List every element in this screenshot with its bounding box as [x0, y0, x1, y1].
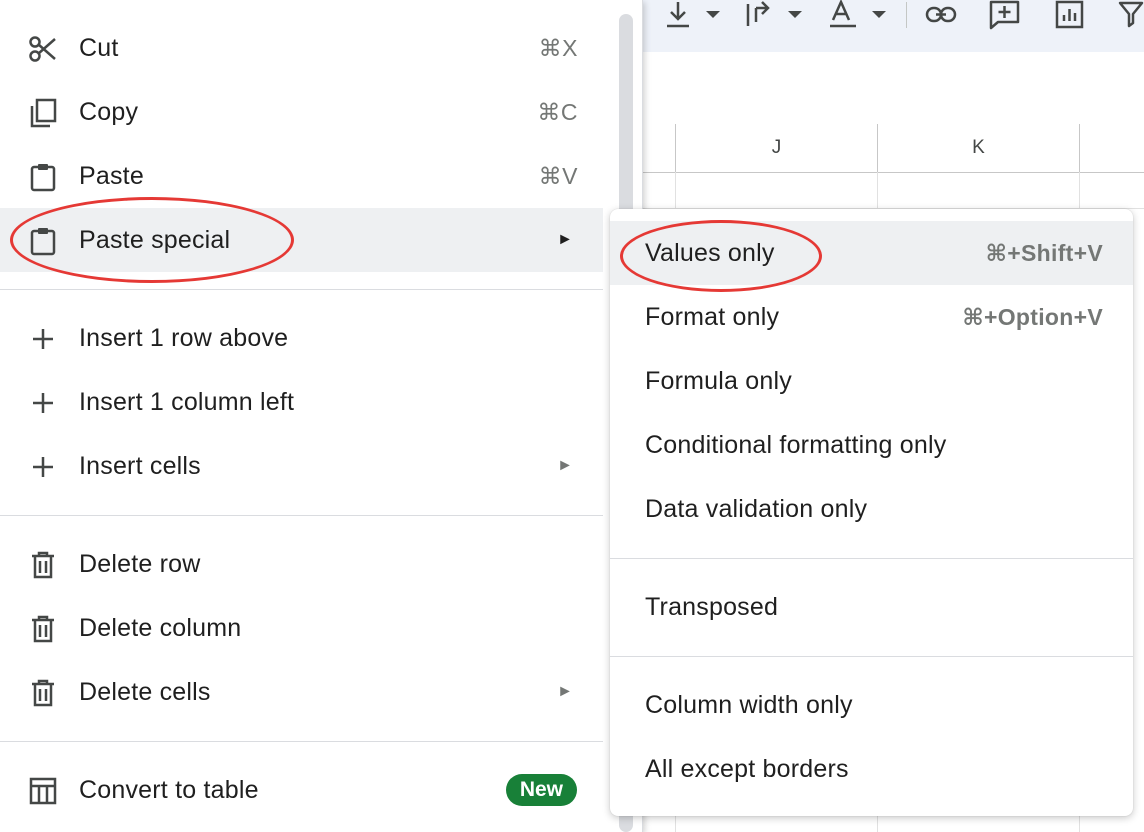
menu-item-label: Delete column [79, 613, 242, 642]
submenu-item-formula-only[interactable]: Formula only [610, 349, 1133, 413]
menu-item-paste-special[interactable]: Paste special ► [0, 208, 603, 272]
context-menu: Cut ⌘X Copy ⌘C Paste ⌘V Paste special ► … [0, 0, 643, 832]
submenu-arrow-icon: ► [557, 457, 573, 474]
toolbar-separator [906, 2, 907, 28]
trash-icon [28, 614, 58, 644]
menu-item-cut[interactable]: Cut ⌘X [0, 16, 603, 80]
clipboard-icon [28, 162, 58, 192]
link-icon [925, 6, 957, 23]
menu-item-insert-column-left[interactable]: Insert 1 column left [0, 370, 603, 434]
submenu-item-transposed[interactable]: Transposed [610, 575, 1133, 639]
plus-icon [28, 388, 58, 418]
submenu-item-column-width-only[interactable]: Column width only [610, 673, 1133, 737]
table-icon [28, 776, 58, 806]
add-comment-icon [989, 0, 1020, 30]
menu-item-delete-column[interactable]: Delete column [0, 596, 603, 660]
menu-item-insert-cells[interactable]: Insert cells ► [0, 434, 603, 498]
filter-icon [1118, 1, 1144, 28]
trash-icon [28, 550, 58, 580]
submenu-divider [610, 558, 1133, 559]
menu-item-copy[interactable]: Copy ⌘C [0, 80, 603, 144]
submenu-item-format-only[interactable]: Format only ⌘+Option+V [610, 285, 1133, 349]
text-color-button[interactable] [828, 0, 890, 30]
paste-special-submenu: Values only ⌘+Shift+V Format only ⌘+Opti… [610, 209, 1133, 816]
menu-item-label: Paste special [79, 225, 231, 254]
submenu-arrow-icon: ► [557, 231, 573, 248]
menu-item-label: Insert 1 column left [79, 387, 295, 416]
submenu-item-data-validation-only[interactable]: Data validation only [610, 477, 1133, 541]
submenu-item-label: All except borders [645, 754, 849, 783]
submenu-item-label: Data validation only [645, 494, 868, 523]
submenu-divider [610, 656, 1133, 657]
new-badge: New [505, 774, 577, 806]
plus-icon [28, 452, 58, 482]
submenu-item-label: Column width only [645, 690, 853, 719]
menu-item-label: Delete row [79, 549, 201, 578]
column-header-next[interactable] [1079, 124, 1144, 172]
column-header-k[interactable]: K [877, 124, 1079, 172]
menu-item-convert-to-table[interactable]: Convert to table New [0, 758, 603, 822]
trash-icon [28, 678, 58, 708]
filter-button[interactable] [1118, 0, 1144, 30]
menu-item-label: Insert cells [79, 451, 201, 480]
menu-item-shortcut: ⌘C [537, 98, 578, 125]
menu-item-label: Cut [79, 33, 119, 62]
submenu-item-label: Formula only [645, 366, 792, 395]
menu-item-shortcut: ⌘X [538, 34, 578, 61]
menu-item-shortcut: ⌘V [538, 162, 578, 189]
text-wrap-button[interactable] [744, 0, 806, 30]
menu-item-delete-cells[interactable]: Delete cells ► [0, 660, 603, 724]
vertical-align-button[interactable] [664, 0, 722, 30]
column-header-label: J [771, 137, 782, 158]
vertical-align-icon [667, 2, 720, 28]
column-header-j[interactable]: J [675, 124, 877, 172]
submenu-item-label: Conditional formatting only [645, 430, 947, 459]
submenu-item-all-except-borders[interactable]: All except borders [610, 737, 1133, 801]
submenu-item-label: Values only [645, 238, 775, 267]
menu-divider [0, 741, 603, 742]
copy-icon [28, 98, 58, 128]
submenu-item-label: Transposed [645, 592, 779, 621]
menu-item-delete-row[interactable]: Delete row [0, 532, 603, 596]
menu-item-label: Convert to table [79, 775, 259, 804]
menu-item-insert-row-above[interactable]: Insert 1 row above [0, 306, 603, 370]
clipboard-icon [28, 226, 58, 256]
add-comment-button[interactable] [988, 0, 1022, 30]
scissors-icon [28, 34, 58, 64]
submenu-item-label: Format only [645, 302, 780, 331]
submenu-item-shortcut: ⌘+Shift+V [985, 239, 1103, 266]
menu-item-paste[interactable]: Paste ⌘V [0, 144, 603, 208]
menu-item-label: Insert 1 row above [79, 323, 289, 352]
menu-item-label: Delete cells [79, 677, 211, 706]
submenu-arrow-icon: ► [557, 683, 573, 700]
text-wrap-icon [746, 1, 802, 26]
menu-divider [0, 289, 603, 290]
column-header-label: K [972, 137, 985, 158]
submenu-item-values-only[interactable]: Values only ⌘+Shift+V [610, 221, 1133, 285]
menu-item-label: Copy [79, 97, 139, 126]
text-color-icon [830, 0, 886, 28]
insert-link-button[interactable] [924, 0, 960, 30]
submenu-item-conditional-formatting-only[interactable]: Conditional formatting only [610, 413, 1133, 477]
insert-chart-icon [1055, 0, 1084, 29]
menu-item-label: Paste [79, 161, 144, 190]
plus-icon [28, 324, 58, 354]
menu-divider [0, 515, 603, 516]
submenu-item-shortcut: ⌘+Option+V [962, 303, 1103, 330]
insert-chart-button[interactable] [1054, 0, 1086, 30]
